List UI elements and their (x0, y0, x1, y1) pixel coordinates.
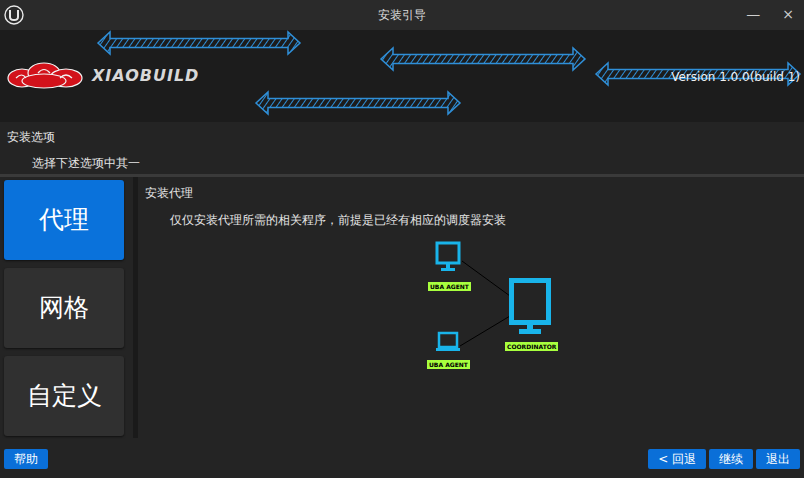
panel-separator (133, 177, 138, 438)
logo-text: XIAOBUILD (92, 64, 199, 88)
minimize-button[interactable]: — (746, 2, 760, 26)
footer-bar: 帮助 < 回退继续退出 (0, 444, 804, 478)
detail-title: 安装代理 (145, 185, 804, 201)
title-bar: 安装引导—× (0, 0, 804, 30)
exit-button[interactable]: 退出 (756, 449, 800, 469)
server-icon (509, 278, 551, 336)
option-button[interactable]: 代理 (4, 180, 124, 260)
option-button[interactable]: 网格 (4, 268, 124, 348)
desktop-icon (435, 241, 461, 273)
options-sidebar: 代理网格自定义 (0, 177, 133, 444)
continue-button[interactable]: 继续 (709, 449, 753, 469)
node-label: COORDINATOR (505, 342, 558, 351)
unreal-logo-icon (4, 5, 24, 25)
section-divider (0, 174, 804, 177)
window-title: 安装引导 (378, 6, 426, 24)
version-label: Version 1.0.0(build 1) (671, 68, 800, 86)
section-subtitle: 选择下述选项中其一 (7, 155, 804, 171)
installer-window: 安装引导—×XIAOBUILDVersion 1.0.0(build 1)安装选… (0, 0, 804, 478)
red-cloud-icon (4, 62, 86, 90)
window-controls: —× (746, 2, 794, 26)
topology-diagram: UBA AGENT UBA AGENT COORDINATOR (425, 236, 565, 376)
detail-description: 仅仅安装代理所需的相关程序，前提是已经有相应的调度器安装 (145, 212, 804, 228)
laptop-icon (435, 331, 461, 353)
section-title: 安装选项 (7, 129, 804, 145)
header-banner: XIAOBUILD Version 1.0.0(build 1) (0, 30, 804, 122)
navigation-buttons: < 回退继续退出 (648, 449, 800, 469)
detail-panel: 安装代理仅仅安装代理所需的相关程序，前提是已经有相应的调度器安装 UBA AGEN… (138, 177, 804, 444)
install-options-section: 安装选项选择下述选项中其一 (0, 122, 804, 174)
close-button[interactable]: × (782, 2, 794, 26)
node-label: UBA AGENT (427, 360, 470, 369)
main-area: 代理网格自定义安装代理仅仅安装代理所需的相关程序，前提是已经有相应的调度器安装U… (0, 177, 804, 444)
option-button[interactable]: 自定义 (4, 356, 124, 436)
connection-lines (425, 236, 565, 376)
back-button[interactable]: < 回退 (648, 449, 706, 469)
app-logo: XIAOBUILD (4, 62, 199, 90)
node-label: UBA AGENT (428, 282, 471, 291)
help-button[interactable]: 帮助 (4, 449, 48, 469)
